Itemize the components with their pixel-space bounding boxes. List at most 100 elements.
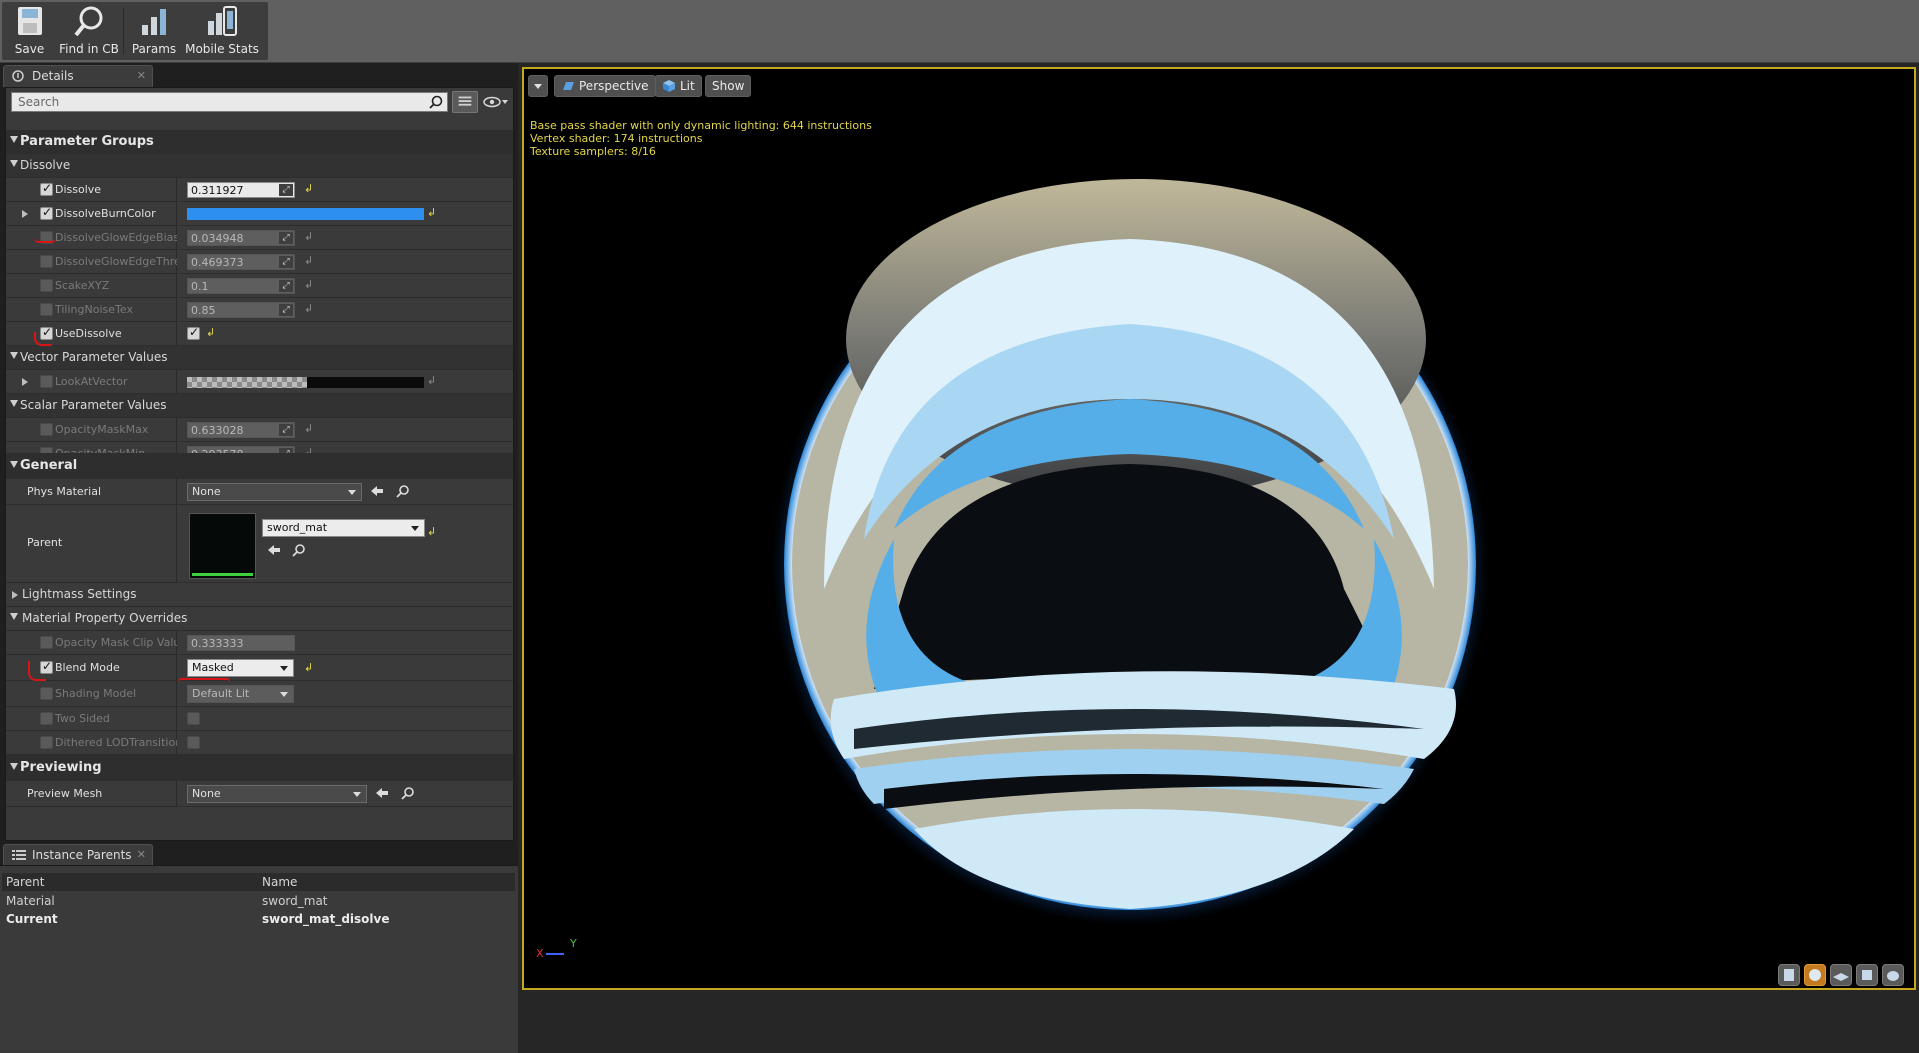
reset-to-default-icon[interactable]: ↲ <box>427 526 437 537</box>
parent-combo[interactable]: sword_mat <box>262 519 425 537</box>
params-button[interactable]: Params <box>126 2 182 60</box>
expand-icon[interactable]: ⤢ <box>279 184 293 196</box>
use-selected-arrow-icon[interactable] <box>375 786 389 800</box>
details-panel: Search Parameter Groups Dissolve Dissolv… <box>5 87 514 841</box>
reset-to-default-icon[interactable]: ↲ <box>427 375 437 386</box>
show-button[interactable]: Show <box>705 75 752 97</box>
table-row[interactable]: Current sword_mat_disolve <box>2 910 515 928</box>
expand-arrow-icon[interactable] <box>22 378 28 386</box>
reset-to-default-icon[interactable]: ↲ <box>304 231 314 242</box>
dithered-value-checkbox[interactable] <box>187 736 200 749</box>
scake-override-checkbox[interactable] <box>40 279 53 292</box>
scake-value-field[interactable]: 0.1 ⤢ <box>187 278 295 294</box>
lit-button[interactable]: Lit <box>655 75 702 97</box>
burn-color-swatch[interactable] <box>187 208 424 220</box>
collapse-arrow-icon[interactable] <box>10 352 18 359</box>
look-at-color-swatch[interactable] <box>187 377 424 388</box>
expand-icon[interactable]: ⤢ <box>279 232 293 244</box>
expand-icon[interactable]: ⤢ <box>279 280 293 292</box>
glow-thresh-value-field[interactable]: 0.469373 ⤢ <box>187 254 295 270</box>
close-icon[interactable]: ✕ <box>137 848 146 861</box>
preview-cylinder-button[interactable] <box>1778 964 1800 986</box>
mask-max-label: OpacityMaskMax <box>55 423 149 436</box>
preview-sphere-button[interactable] <box>1804 964 1826 986</box>
phys-material-combo[interactable]: None <box>187 483 362 501</box>
shading-model-override-checkbox[interactable] <box>40 687 53 700</box>
reset-to-default-icon[interactable]: ↲ <box>304 255 314 266</box>
preview-mesh-button[interactable] <box>1882 964 1904 986</box>
dissolve-override-checkbox[interactable] <box>40 181 53 196</box>
blend-mode-combo[interactable]: Masked <box>187 659 294 677</box>
reset-to-default-icon[interactable]: ↲ <box>427 207 437 218</box>
look-at-label: LookAtVector <box>55 375 128 388</box>
lightmass-header[interactable]: Lightmass Settings <box>6 583 513 607</box>
reset-to-default-icon[interactable]: ↲ <box>304 662 314 673</box>
view-options-button[interactable] <box>482 94 510 110</box>
collapse-arrow-icon[interactable] <box>10 160 18 167</box>
dithered-override-checkbox[interactable] <box>40 736 53 749</box>
expand-arrow-icon[interactable] <box>22 210 28 218</box>
expand-icon[interactable]: ⤢ <box>279 304 293 316</box>
expand-icon[interactable]: ⤢ <box>279 256 293 268</box>
use-dissolve-value-checkbox[interactable] <box>187 325 200 340</box>
close-icon[interactable]: ✕ <box>137 69 146 82</box>
dissolve-value-field[interactable]: 0.311927 ⤢ <box>187 182 295 198</box>
look-at-override-checkbox[interactable] <box>40 375 53 388</box>
glow-bias-label: DissolveGlowEdgeBias <box>55 231 177 244</box>
mobile-stats-button[interactable]: Mobile Stats <box>182 2 262 60</box>
glow-bias-value-field[interactable]: 0.034948 ⤢ <box>187 230 295 246</box>
previewing-header[interactable]: Previewing <box>6 755 513 781</box>
preview-mesh-combo[interactable]: None <box>187 785 367 803</box>
expand-icon[interactable]: ⤢ <box>279 424 293 436</box>
viewport-options-button[interactable] <box>528 75 548 97</box>
find-in-cb-button[interactable]: Find in CB <box>57 2 121 60</box>
search-input[interactable]: Search <box>11 92 448 112</box>
burn-color-override-checkbox[interactable] <box>40 205 53 220</box>
general-header[interactable]: General <box>6 453 513 479</box>
preview-viewport[interactable]: Perspective Lit Show Base pass shader wi… <box>522 67 1916 990</box>
reset-to-default-icon[interactable]: ↲ <box>304 279 314 290</box>
tiling-override-checkbox[interactable] <box>40 303 53 316</box>
browse-search-icon[interactable] <box>396 484 410 498</box>
clip-value-override-checkbox[interactable] <box>40 636 53 649</box>
preview-cube-button[interactable] <box>1856 964 1878 986</box>
collapse-arrow-icon[interactable] <box>10 400 18 407</box>
parameter-groups-header[interactable]: Parameter Groups <box>6 130 513 154</box>
use-selected-arrow-icon[interactable] <box>267 543 281 557</box>
collapse-arrow-icon[interactable] <box>10 763 18 770</box>
mask-max-value-field[interactable]: 0.633028 ⤢ <box>187 422 295 438</box>
expand-arrow-icon[interactable] <box>12 591 18 599</box>
instance-parents-tab-label: Instance Parents <box>32 848 132 862</box>
column-header-parent[interactable]: Parent <box>6 875 44 889</box>
clip-value-field[interactable]: 0.333333 <box>187 635 295 651</box>
overrides-header[interactable]: Material Property Overrides <box>6 607 513 631</box>
shading-model-combo[interactable]: Default Lit <box>187 685 294 703</box>
two-sided-override-checkbox[interactable] <box>40 712 53 725</box>
reset-to-default-icon[interactable]: ↲ <box>304 303 314 314</box>
glow-thresh-override-checkbox[interactable] <box>40 255 53 268</box>
two-sided-value-checkbox[interactable] <box>187 712 200 725</box>
perspective-button[interactable]: Perspective <box>554 75 656 97</box>
use-selected-arrow-icon[interactable] <box>370 484 384 498</box>
reset-to-default-icon[interactable]: ↲ <box>304 183 314 194</box>
tab-instance-parents[interactable]: Instance Parents ✕ <box>3 844 153 866</box>
parent-thumbnail[interactable] <box>189 513 256 579</box>
dissolve-group-header[interactable]: Dissolve <box>6 154 513 178</box>
tiling-value-field[interactable]: 0.85 ⤢ <box>187 302 295 318</box>
scalar-params-header[interactable]: Scalar Parameter Values <box>6 394 513 418</box>
save-button[interactable]: Save <box>2 2 57 60</box>
reset-to-default-icon[interactable]: ↲ <box>206 327 216 338</box>
collapse-arrow-icon[interactable] <box>10 613 18 620</box>
browse-search-icon[interactable] <box>292 543 306 557</box>
tab-details[interactable]: Details ✕ <box>3 65 153 87</box>
mask-max-override-checkbox[interactable] <box>40 423 53 436</box>
column-header-name[interactable]: Name <box>262 875 297 889</box>
collapse-arrow-icon[interactable] <box>10 461 18 468</box>
vector-params-header[interactable]: Vector Parameter Values <box>6 346 513 370</box>
collapse-arrow-icon[interactable] <box>10 136 18 143</box>
reset-to-default-icon[interactable]: ↲ <box>304 423 314 434</box>
table-row[interactable]: Material sword_mat <box>2 892 515 910</box>
browse-search-icon[interactable] <box>401 786 415 800</box>
property-matrix-button[interactable] <box>452 91 478 113</box>
preview-plane-button[interactable] <box>1830 964 1852 986</box>
